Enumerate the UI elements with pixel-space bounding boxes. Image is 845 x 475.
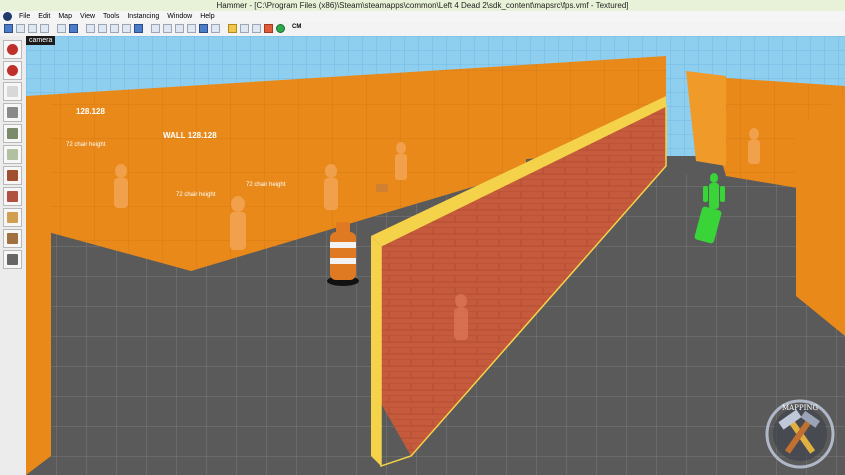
camera-tool-icon[interactable] — [3, 82, 22, 101]
viewport-scene: 72 chair height 72 chair height WALL 128… — [26, 36, 845, 475]
watermark-logo: MAPPING — [765, 399, 835, 469]
apply-texture-icon-glyph — [7, 170, 18, 181]
entity-report-icon[interactable] — [252, 24, 261, 33]
grid-icon[interactable] — [4, 24, 13, 33]
ungroup-icon[interactable] — [110, 24, 119, 33]
vertex-tool-icon-glyph — [7, 254, 18, 265]
grid-smaller-icon[interactable] — [16, 24, 25, 33]
clipping-tool-icon-glyph — [7, 233, 18, 244]
apply-texture-icon[interactable] — [3, 166, 22, 185]
entity-tool-icon-glyph — [7, 107, 18, 118]
red-wall-silhouettes — [454, 294, 468, 340]
vertex-tool-icon[interactable] — [3, 250, 22, 269]
wall-label-3: WALL 128.128 — [163, 131, 217, 140]
decal-tool-icon-glyph — [7, 191, 18, 202]
block-tool-icon-glyph — [7, 128, 18, 139]
magnify-tool-icon-glyph — [7, 65, 18, 76]
undo-icon[interactable] — [57, 24, 66, 33]
show-icon[interactable] — [134, 24, 143, 33]
run-map-icon[interactable] — [276, 24, 285, 33]
overlay-tool-icon[interactable] — [3, 208, 22, 227]
menu-bar: File Edit Map View Tools Instancing Window Help — [0, 11, 845, 22]
redo-icon[interactable] — [69, 24, 78, 33]
window-title: Hammer - [C:\Program Files (x86)\Steam\s… — [216, 1, 629, 10]
menu-help[interactable]: Help — [196, 12, 218, 21]
distant-prop — [376, 184, 388, 192]
menu-file[interactable]: File — [15, 12, 34, 21]
wall-label-5: 72 chair height — [246, 182, 286, 188]
tool-palette — [0, 36, 27, 475]
snap-icon[interactable] — [199, 24, 208, 33]
logo-text: MAPPING — [782, 404, 819, 412]
menu-edit[interactable]: Edit — [34, 12, 54, 21]
menu-tools[interactable]: Tools — [99, 12, 123, 21]
wall-label-4: 128.128 — [76, 107, 105, 116]
camera-icon[interactable] — [211, 24, 220, 33]
menu-window[interactable]: Window — [163, 12, 196, 21]
grid-larger-icon[interactable] — [28, 24, 37, 33]
hammer-app-icon[interactable] — [3, 12, 12, 21]
texture-application-icon-glyph — [7, 149, 18, 160]
menu-view[interactable]: View — [76, 12, 99, 21]
selection-tool-icon-glyph — [7, 44, 18, 55]
magnify-tool-icon[interactable] — [3, 61, 22, 80]
check-problems-icon[interactable] — [264, 24, 273, 33]
menu-instancing[interactable]: Instancing — [123, 12, 163, 21]
hide-icon[interactable] — [122, 24, 131, 33]
texture-application-icon[interactable] — [3, 145, 22, 164]
zoom-icon[interactable] — [228, 24, 237, 33]
overlay-tool-icon-glyph — [7, 212, 18, 223]
right-wall — [796, 96, 845, 336]
cordon-mode-button[interactable]: CM — [292, 24, 301, 30]
copy-icon[interactable] — [163, 24, 172, 33]
wall-label-2: 72 chair height — [176, 192, 216, 198]
block-tool-icon[interactable] — [3, 124, 22, 143]
entity-tool-icon[interactable] — [3, 103, 22, 122]
clipping-tool-icon[interactable] — [3, 229, 22, 248]
menu-map[interactable]: Map — [54, 12, 76, 21]
camera-tool-icon-glyph — [7, 86, 18, 97]
carve-icon[interactable] — [86, 24, 95, 33]
main-toolbar: CM — [0, 22, 845, 37]
decal-tool-icon[interactable] — [3, 187, 22, 206]
group-icon[interactable] — [98, 24, 107, 33]
selection-tool-icon[interactable] — [3, 40, 22, 59]
visgroup-icon[interactable] — [240, 24, 249, 33]
selected-wall-edge — [371, 236, 381, 466]
left-edge-wall — [26, 96, 51, 475]
texture-lock-icon[interactable] — [187, 24, 196, 33]
viewport-label: camera — [26, 36, 56, 45]
3d-camera-viewport[interactable]: 72 chair height 72 chair height WALL 128… — [26, 36, 845, 475]
paste-icon[interactable] — [175, 24, 184, 33]
wall-label-1: 72 chair height — [66, 142, 106, 148]
cut-icon[interactable] — [151, 24, 160, 33]
3d-grid-icon[interactable] — [40, 24, 49, 33]
